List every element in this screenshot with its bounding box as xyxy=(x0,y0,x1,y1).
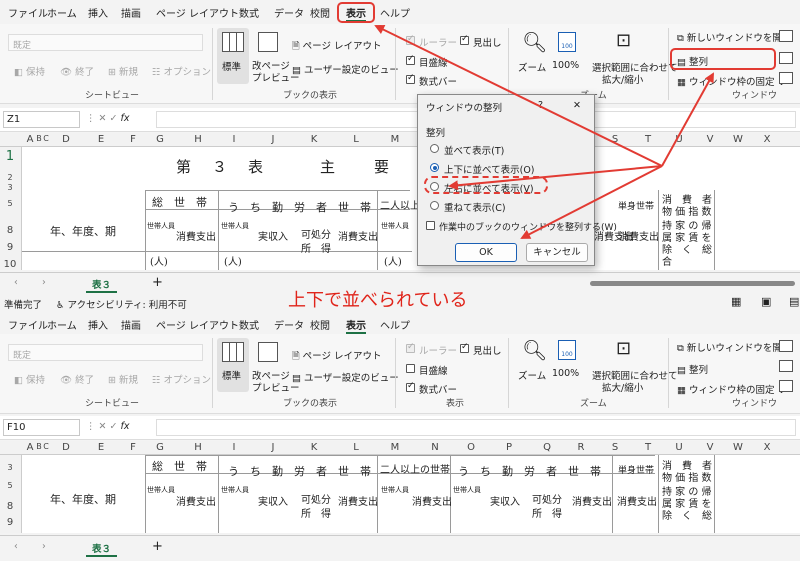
annotation-caption: 上下で並べられている xyxy=(288,290,468,311)
arrow-to-arrange xyxy=(661,72,714,167)
arrow-to-view-tab xyxy=(374,25,663,167)
annotation-arrows xyxy=(374,25,714,239)
